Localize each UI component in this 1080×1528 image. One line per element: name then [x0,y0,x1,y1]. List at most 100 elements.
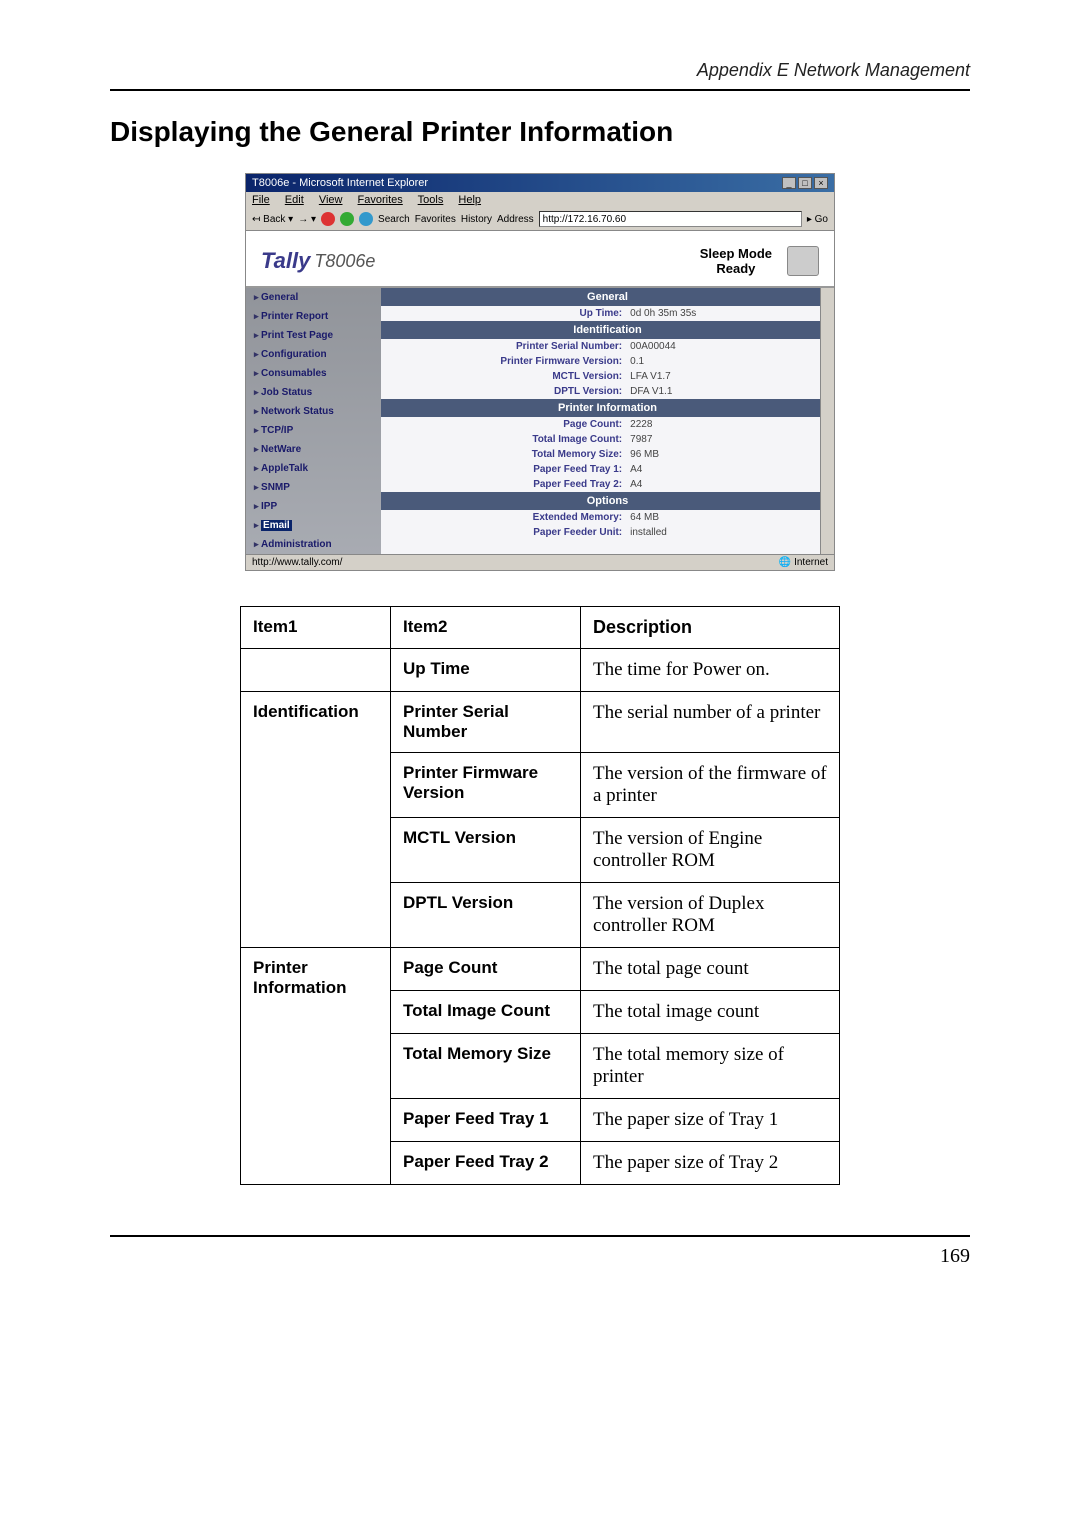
status-left: http://www.tally.com/ [252,557,342,568]
sidebar-item-printer-report[interactable]: Printer Report [246,307,381,326]
sidebar-item-network-status[interactable]: Network Status [246,402,381,421]
sidebar: General Printer Report Print Test Page C… [246,288,381,554]
status-right: 🌐 Internet [779,557,828,568]
section-options: Options [381,492,834,510]
sidebar-item-job-status[interactable]: Job Status [246,383,381,402]
sidebar-item-snmp[interactable]: SNMP [246,478,381,497]
table-row: Total Memory Size [391,1034,581,1099]
table-row [241,649,391,692]
close-button[interactable]: × [814,177,828,189]
maximize-button[interactable]: □ [798,177,812,189]
label-dptl: DPTL Version: [381,386,630,397]
value-serial: 00A00044 [630,341,834,352]
sidebar-item-tcpip[interactable]: TCP/IP [246,421,381,440]
window-title: T8006e - Microsoft Internet Explorer [252,177,428,189]
table-row: Total Image Count [391,991,581,1034]
window-controls: _ □ × [782,177,828,189]
sidebar-item-netware[interactable]: NetWare [246,440,381,459]
toolbar: ↤ Back ▾ → ▾ Search Favorites History Ad… [246,208,834,231]
favorites-button[interactable]: Favorites [415,214,456,225]
go-button[interactable]: ▸ Go [807,214,828,225]
appendix-header: Appendix E Network Management [110,60,970,81]
tally-model: T8006e [314,251,375,272]
table-row: Paper Feed Tray 1 [391,1099,581,1142]
label-uptime: Up Time: [381,308,630,319]
label-pagecount: Page Count: [381,419,630,430]
value-dptl: DFA V1.1 [630,386,834,397]
section-identification: Identification [381,321,834,339]
sidebar-item-consumables[interactable]: Consumables [246,364,381,383]
value-feeder: installed [630,527,834,538]
value-imagecount: 7987 [630,434,834,445]
menu-tools[interactable]: Tools [418,194,444,206]
description-table: Item1 Item2 Description Up Time The time… [240,606,840,1185]
table-row: The time for Power on. [581,649,840,692]
label-memory: Total Memory Size: [381,449,630,460]
header-divider [110,89,970,91]
value-extmem: 64 MB [630,512,834,523]
address-input[interactable] [539,211,802,227]
sidebar-item-email[interactable]: Email [246,516,381,535]
label-mctl: MCTL Version: [381,371,630,382]
home-icon[interactable] [359,212,373,226]
table-row: MCTL Version [391,818,581,883]
value-pagecount: 2228 [630,419,834,430]
menu-help[interactable]: Help [458,194,481,206]
sidebar-item-ipp[interactable]: IPP [246,497,381,516]
label-firmware: Printer Firmware Version: [381,356,630,367]
value-tray2: A4 [630,479,834,490]
sidebar-item-print-test[interactable]: Print Test Page [246,326,381,345]
table-row: Page Count [391,948,581,991]
page-number: 169 [110,1235,970,1268]
forward-button[interactable]: → ▾ [298,214,316,225]
value-firmware: 0.1 [630,356,834,367]
label-extmem: Extended Memory: [381,512,630,523]
table-row: The paper size of Tray 2 [581,1142,840,1185]
th-item2: Item2 [391,607,581,649]
menu-view[interactable]: View [319,194,343,206]
table-row: The serial number of a printer [581,692,840,753]
address-label: Address [497,214,534,225]
th-description: Description [581,607,840,649]
section-printer-info: Printer Information [381,399,834,417]
table-row: The total memory size of printer [581,1034,840,1099]
main-panel: General Up Time:0d 0h 35m 35s Identifica… [381,288,834,554]
label-tray1: Paper Feed Tray 1: [381,464,630,475]
page-title: Displaying the General Printer Informati… [110,116,970,148]
menu-file[interactable]: File [252,194,270,206]
value-tray1: A4 [630,464,834,475]
browser-screenshot: T8006e - Microsoft Internet Explorer _ □… [245,173,835,571]
vertical-scrollbar[interactable] [820,288,834,554]
printer-mode: Sleep Mode Ready [700,246,772,276]
table-row: The total image count [581,991,840,1034]
table-row: The total page count [581,948,840,991]
tally-logo: Tally [261,248,310,274]
menu-favorites[interactable]: Favorites [358,194,403,206]
value-mctl: LFA V1.7 [630,371,834,382]
table-row: The version of Engine controller ROM [581,818,840,883]
value-uptime: 0d 0h 35m 35s [630,308,834,319]
table-row: Up Time [391,649,581,692]
table-row: Printer Serial Number [391,692,581,753]
back-button[interactable]: ↤ Back ▾ [252,214,293,225]
table-row: Identification [241,692,391,948]
table-row: Paper Feed Tray 2 [391,1142,581,1185]
search-button[interactable]: Search [378,214,410,225]
minimize-button[interactable]: _ [782,177,796,189]
stop-icon[interactable] [321,212,335,226]
refresh-icon[interactable] [340,212,354,226]
printer-icon [787,246,819,276]
sidebar-item-administration[interactable]: Administration [246,535,381,554]
sidebar-item-general[interactable]: General [246,288,381,307]
table-row: The version of the firmware of a printer [581,753,840,818]
sidebar-item-configuration[interactable]: Configuration [246,345,381,364]
menu-edit[interactable]: Edit [285,194,304,206]
sidebar-item-appletalk[interactable]: AppleTalk [246,459,381,478]
history-button[interactable]: History [461,214,492,225]
value-memory: 96 MB [630,449,834,460]
status-bar: http://www.tally.com/ 🌐 Internet [246,554,834,570]
label-imagecount: Total Image Count: [381,434,630,445]
label-tray2: Paper Feed Tray 2: [381,479,630,490]
table-row: Printer Information [241,948,391,1185]
section-general: General [381,288,834,306]
